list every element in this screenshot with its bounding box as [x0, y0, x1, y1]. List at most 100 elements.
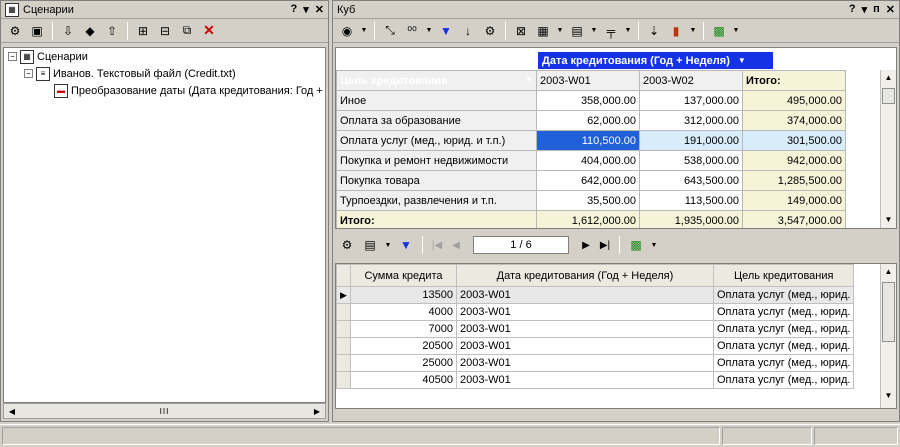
column-header[interactable]: Цель кредитования: [712, 264, 855, 287]
column-dimension-button[interactable]: Дата кредитования (Год + Неделя) ▼: [538, 52, 773, 69]
row-header[interactable]: Оплата услуг (мед., юрид. и т.п.): [336, 130, 537, 151]
cell[interactable]: 191,000.00: [639, 130, 743, 151]
help-button[interactable]: ?: [849, 3, 856, 16]
panel-menu-button[interactable]: ▾: [862, 3, 868, 16]
amount-cell[interactable]: 40500: [350, 371, 457, 389]
table-row[interactable]: ▶ 13500 2003-W01 Оплата услуг (мед., юри…: [336, 286, 855, 304]
purpose-cell[interactable]: Оплата услуг (мед., юрид.: [712, 303, 855, 321]
table-row[interactable]: 25000 2003-W01 Оплата услуг (мед., юрид.: [336, 354, 855, 372]
cell-total[interactable]: 301,500.00: [742, 130, 846, 151]
last-page-icon[interactable]: ▶|: [597, 240, 613, 251]
column-header[interactable]: 2003-W02: [639, 70, 743, 91]
row-header[interactable]: Покупка и ремонт недвижимости: [336, 150, 537, 171]
chevron-down-icon[interactable]: ▼: [424, 21, 434, 41]
date-cell[interactable]: 2003-W01: [456, 371, 714, 389]
page-indicator[interactable]: 1 / 6: [473, 236, 569, 254]
cell-total[interactable]: 1,612,000.00: [536, 210, 640, 228]
export-icon[interactable]: ⇧: [102, 21, 122, 41]
purpose-cell[interactable]: Оплата услуг (мед., юрид.: [712, 286, 855, 304]
first-page-icon[interactable]: |◀: [429, 240, 445, 251]
cell-total[interactable]: 495,000.00: [742, 90, 846, 111]
cell[interactable]: 35,500.00: [536, 190, 640, 211]
chevron-down-icon[interactable]: ▼: [555, 21, 565, 41]
filter-icon[interactable]: ▼: [436, 21, 456, 41]
tree-node-root[interactable]: − ▦ Сценарии: [4, 48, 325, 65]
date-cell[interactable]: 2003-W01: [456, 337, 714, 355]
amount-cell[interactable]: 20500: [350, 337, 457, 355]
chevron-down-icon[interactable]: ▼: [589, 21, 599, 41]
row-header[interactable]: Покупка товара: [336, 170, 537, 191]
chart-icon[interactable]: ▮: [666, 21, 686, 41]
chevron-down-icon[interactable]: ▼: [738, 56, 746, 65]
scroll-thumb[interactable]: [882, 282, 895, 342]
tree-horizontal-scrollbar[interactable]: ◀ III ▶: [3, 403, 326, 419]
axes-icon[interactable]: ⤡: [380, 21, 400, 41]
cube-vertical-scrollbar[interactable]: ▲ ▼: [880, 70, 896, 228]
filter-icon[interactable]: ▼: [396, 235, 416, 255]
close-button[interactable]: ✕: [886, 3, 895, 16]
scroll-left-icon[interactable]: ◀: [4, 407, 20, 416]
purpose-cell[interactable]: Оплата услуг (мед., юрид.: [712, 337, 855, 355]
close-button[interactable]: ✕: [315, 3, 324, 16]
tree-collapse-icon[interactable]: ⊟: [155, 21, 175, 41]
next-page-icon[interactable]: ▶: [578, 240, 594, 251]
column-header[interactable]: Дата кредитования (Год + Неделя): [456, 264, 714, 287]
number-format-icon[interactable]: ⁰⁰: [402, 21, 422, 41]
purpose-cell[interactable]: Оплата услуг (мед., юрид.: [712, 354, 855, 372]
drilldown-icon[interactable]: ⇣: [644, 21, 664, 41]
cell[interactable]: 358,000.00: [536, 90, 640, 111]
scroll-down-icon[interactable]: ▼: [881, 388, 896, 404]
chevron-down-icon[interactable]: ▼: [688, 21, 698, 41]
cell[interactable]: 137,000.00: [639, 90, 743, 111]
pin-button[interactable]: ᴨ: [873, 3, 880, 16]
date-cell[interactable]: 2003-W01: [456, 303, 714, 321]
cell-selected[interactable]: 110,500.00: [536, 130, 640, 151]
table-row[interactable]: 7000 2003-W01 Оплата услуг (мед., юрид.: [336, 320, 855, 338]
properties-icon[interactable]: ⚙: [337, 235, 357, 255]
tree-expand-icon[interactable]: ⊞: [133, 21, 153, 41]
row-dimension-button[interactable]: Цель кредитования ▼: [336, 70, 537, 91]
row-header[interactable]: Турпоездки, развлечения и т.п.: [336, 190, 537, 211]
scroll-down-icon[interactable]: ▼: [881, 212, 896, 228]
column-header[interactable]: Сумма кредита: [350, 264, 457, 287]
prev-page-icon[interactable]: ◀: [448, 240, 464, 251]
amount-cell[interactable]: 4000: [350, 303, 457, 321]
wizard-icon[interactable]: ▣: [27, 21, 47, 41]
copy-node-icon[interactable]: ⧉: [177, 21, 197, 41]
cell[interactable]: 643,500.00: [639, 170, 743, 191]
date-cell[interactable]: 2003-W01: [456, 286, 714, 304]
cell[interactable]: 62,000.00: [536, 110, 640, 131]
panel-menu-button[interactable]: ▾: [303, 3, 309, 16]
cell-total[interactable]: 1,935,000.00: [639, 210, 743, 228]
column-header-total[interactable]: Итого:: [742, 70, 846, 91]
cell-total[interactable]: 1,285,500.00: [742, 170, 846, 191]
scroll-up-icon[interactable]: ▲: [881, 264, 896, 280]
date-cell[interactable]: 2003-W01: [456, 354, 714, 372]
row-header-total[interactable]: Итого:: [336, 210, 537, 228]
totals-icon[interactable]: ╤: [601, 21, 621, 41]
cell[interactable]: 404,000.00: [536, 150, 640, 171]
excel-export-icon[interactable]: ▩: [709, 21, 729, 41]
cell[interactable]: 538,000.00: [639, 150, 743, 171]
purpose-cell[interactable]: Оплата услуг (мед., юрид.: [712, 371, 855, 389]
cell-total[interactable]: 374,000.00: [742, 110, 846, 131]
table-row[interactable]: 4000 2003-W01 Оплата услуг (мед., юрид.: [336, 303, 855, 321]
collapse-icon[interactable]: −: [24, 69, 33, 78]
delete-icon[interactable]: ✕: [199, 21, 219, 41]
tree-node-transform[interactable]: ▬ Преобразование даты (Дата кредитования…: [4, 82, 325, 99]
column-header[interactable]: 2003-W01: [536, 70, 640, 91]
chevron-down-icon[interactable]: ▼: [525, 75, 533, 84]
pivot-icon[interactable]: ⊠: [511, 21, 531, 41]
grid-icon[interactable]: ▦: [533, 21, 553, 41]
table-row[interactable]: 20500 2003-W01 Оплата услуг (мед., юрид.: [336, 337, 855, 355]
cell[interactable]: 113,500.00: [639, 190, 743, 211]
cell-total[interactable]: 942,000.00: [742, 150, 846, 171]
properties-icon[interactable]: ⚙: [5, 21, 25, 41]
row-header[interactable]: Иное: [336, 90, 537, 111]
scroll-up-icon[interactable]: ▲: [881, 70, 896, 86]
cell-grand-total[interactable]: 3,547,000.00: [742, 210, 846, 228]
chevron-down-icon[interactable]: ▼: [623, 21, 633, 41]
properties-icon[interactable]: ⚙: [480, 21, 500, 41]
amount-cell[interactable]: 13500: [350, 286, 457, 304]
amount-cell[interactable]: 25000: [350, 354, 457, 372]
